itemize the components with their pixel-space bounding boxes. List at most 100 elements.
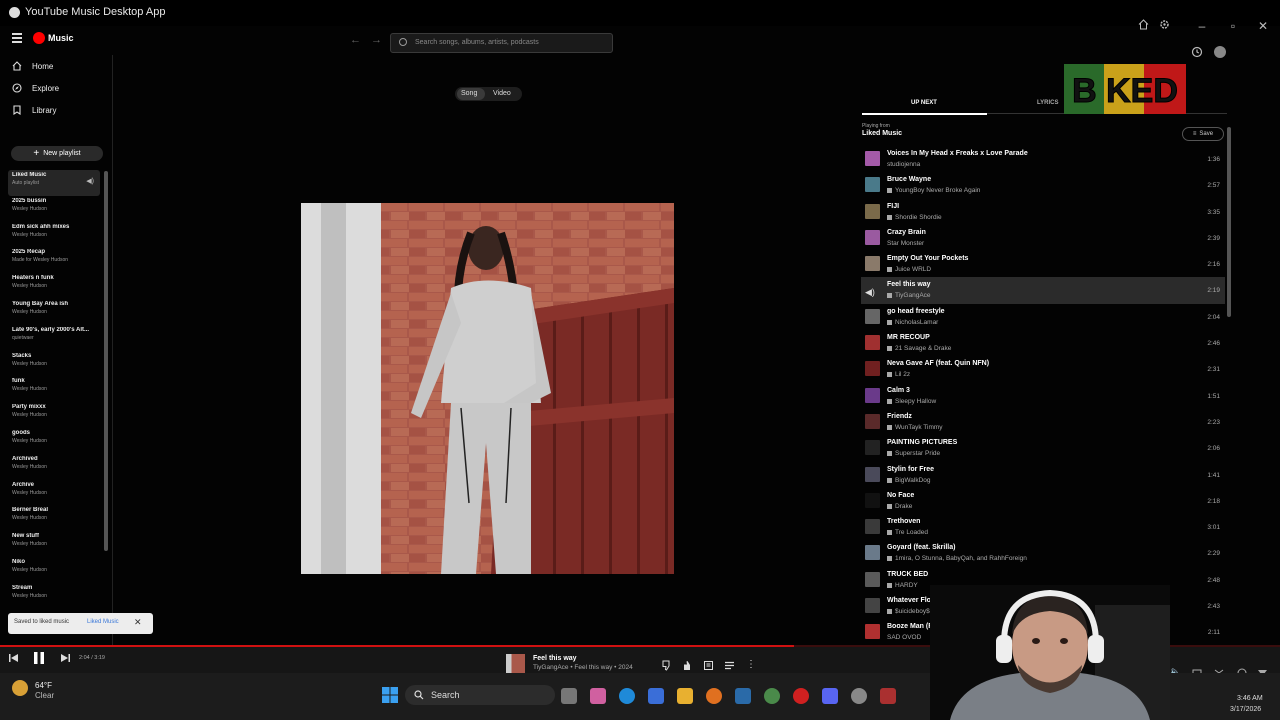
avatar[interactable]: [1214, 46, 1226, 58]
sidebar-playlist-item[interactable]: Berner Breal Wesley Hudson: [8, 505, 100, 531]
queue-item[interactable]: Goyard (feat. Skrilla) 1mira, O Stunna, B…: [861, 540, 1225, 566]
more-options-icon[interactable]: ⋮: [746, 659, 756, 670]
sidebar-playlist-item[interactable]: New stuff Wesley Hudson: [8, 531, 100, 557]
toggle-song[interactable]: Song: [461, 90, 477, 97]
toggle-video[interactable]: Video: [493, 90, 511, 97]
queue-item[interactable]: ◀) Feel this way TiyGangAce 2:19: [861, 277, 1225, 304]
thumbs-down-icon[interactable]: [661, 660, 672, 671]
queue-item[interactable]: go head freestyle NicholasLamar 2:04: [861, 304, 1225, 330]
queue-item[interactable]: Stylin for Free BigWalkDog 1:41: [861, 462, 1225, 488]
explicit-icon: [887, 188, 892, 194]
sidebar-playlist-item[interactable]: Archived Wesley Hudson: [8, 454, 100, 480]
close-icon[interactable]: ✕: [134, 617, 142, 628]
queue-item[interactable]: MR RECOUP 21 Savage & Drake 2:46: [861, 330, 1225, 356]
task-view-icon[interactable]: [561, 688, 577, 704]
file-explorer-icon[interactable]: [677, 688, 693, 704]
sidebar-playlist-item[interactable]: Edm sick ahh mixes Wesley Hudson: [8, 222, 100, 248]
queue-item[interactable]: Calm 3 Sleepy Hallow 1:51: [861, 383, 1225, 409]
youtube-music-taskbar-icon[interactable]: [793, 688, 809, 704]
queue-duration: 2:04: [1207, 313, 1220, 321]
queue-artist-name: SAD OVOD: [887, 634, 922, 642]
back-arrow-icon[interactable]: ←: [350, 34, 361, 46]
tab-lyrics[interactable]: LYRICS: [1037, 100, 1058, 106]
sidebar-playlist-item[interactable]: Late 90's, early 2000's Alt... quietwaer: [8, 325, 100, 351]
queue-item[interactable]: Neva Gave AF (feat. Quin NFN) Lil 2z 2:31: [861, 356, 1225, 382]
queue-item[interactable]: No Face Drake 2:18: [861, 488, 1225, 514]
tab-up-next[interactable]: UP NEXT: [911, 100, 937, 106]
close-button[interactable]: ✕: [1254, 17, 1272, 35]
weather-condition[interactable]: Clear: [35, 691, 54, 700]
sidebar-playlist-item[interactable]: Stacks Wesley Hudson: [8, 351, 100, 377]
sidebar-playlist-item[interactable]: Heaters n funk Wesley Hudson: [8, 273, 100, 299]
tab-underline: [862, 113, 987, 115]
add-to-playlist-icon[interactable]: [724, 660, 735, 671]
queue-item[interactable]: PAINTING PICTURES Superstar Pride 2:06: [861, 435, 1225, 461]
copilot-icon[interactable]: [590, 688, 606, 704]
queue-item[interactable]: Crazy Brain Star Monster 2:39: [861, 225, 1225, 251]
sidebar-item-library[interactable]: Library: [12, 102, 56, 118]
weather-temperature[interactable]: 64°F: [35, 681, 52, 690]
queue-item[interactable]: FIJI Shordie Shordie 3:35: [861, 199, 1225, 225]
gear-icon[interactable]: [1159, 19, 1170, 30]
toast-link[interactable]: Liked Music: [87, 619, 119, 625]
sidebar-playlist-item[interactable]: Young Bay Area ish Wesley Hudson: [8, 299, 100, 325]
queue-thumbnail: [865, 492, 880, 508]
streaming-app-icon[interactable]: [880, 688, 896, 704]
menu-icon[interactable]: [11, 31, 25, 45]
queue-artist-name: Star Monster: [887, 239, 925, 247]
save-queue-button[interactable]: ≡ Save: [1182, 127, 1224, 141]
xbox-icon[interactable]: [764, 688, 780, 704]
pause-icon[interactable]: [32, 651, 46, 665]
search-input[interactable]: Search songs, albums, artists, podcasts: [390, 33, 613, 53]
now-playing-subtitle[interactable]: TiyGangAce • Feel this way • 2024: [533, 664, 633, 671]
firefox-icon[interactable]: [706, 688, 722, 704]
youtube-music-logo[interactable]: Music: [33, 31, 74, 45]
sidebar-playlist-item[interactable]: goods Wesley Hudson: [8, 428, 100, 454]
photos-icon[interactable]: [735, 688, 751, 704]
new-playlist-button[interactable]: + New playlist: [11, 146, 103, 161]
playlist-subtitle: Wesley Hudson: [12, 541, 47, 548]
sidebar-playlist-item[interactable]: Liked Music Auto playlist ◀): [8, 170, 100, 196]
forward-arrow-icon[interactable]: →: [371, 34, 382, 46]
minimize-button[interactable]: –: [1193, 17, 1211, 35]
now-playing-thumbnail[interactable]: [506, 654, 525, 673]
playlist-subtitle: Wesley Hudson: [12, 308, 47, 315]
home-icon[interactable]: [1138, 19, 1149, 30]
sidebar-playlist-item[interactable]: 2025 bussin Wesley Hudson: [8, 196, 100, 222]
clock-time[interactable]: 3:46 AM: [1237, 695, 1263, 702]
queue-scrollbar[interactable]: [1227, 127, 1231, 317]
weather-moon-icon[interactable]: [12, 680, 28, 696]
sidebar-playlist-item[interactable]: Niko Wesley Hudson: [8, 557, 100, 583]
taskbar-search[interactable]: Search: [405, 685, 555, 705]
previous-icon[interactable]: [8, 653, 20, 663]
song-video-toggle[interactable]: Song Video: [455, 87, 522, 101]
sidebar-playlist-item[interactable]: funk Wesley Hudson: [8, 376, 100, 402]
sidebar-playlist-item[interactable]: 2025 Recap Made for Wesley Hudson: [8, 247, 100, 273]
queue-item[interactable]: Bruce Wayne YoungBoy Never Broke Again 2:5…: [861, 172, 1225, 198]
sidebar-playlist-item[interactable]: Party mixxx Wesley Hudson: [8, 402, 100, 428]
discord-icon[interactable]: [822, 688, 838, 704]
queue-item[interactable]: Voices In My Head x Freaks x Love Parade…: [861, 146, 1225, 172]
queue-duration: 2:31: [1207, 366, 1220, 374]
store-icon[interactable]: [648, 688, 664, 704]
save-to-library-icon[interactable]: [703, 660, 714, 671]
thumbs-up-icon[interactable]: [682, 660, 693, 671]
queue-item[interactable]: Friendz WunTayk Timmy 2:23: [861, 409, 1225, 435]
sidebar-playlist-item[interactable]: Stream Wesley Hudson: [8, 583, 100, 609]
settings-icon[interactable]: [851, 688, 867, 704]
queue-item[interactable]: Empty Out Your Pockets Juice WRLD 2:16: [861, 251, 1225, 277]
queue-artist: Shordie Shordie: [887, 214, 942, 221]
sidebar-playlist-item[interactable]: Archive Wesley Hudson: [8, 480, 100, 506]
windows-start-icon[interactable]: [381, 686, 399, 704]
streamer-logo: B KED: [1064, 64, 1186, 114]
maximize-button[interactable]: ▫: [1224, 17, 1242, 35]
history-icon[interactable]: [1191, 46, 1203, 58]
sidebar-scrollbar[interactable]: [104, 171, 108, 551]
edge-icon[interactable]: [619, 688, 635, 704]
queue-item[interactable]: Trethoven Tre Loaded 3:01: [861, 514, 1225, 540]
next-icon[interactable]: [59, 653, 71, 663]
sidebar-item-explore[interactable]: Explore: [12, 80, 59, 96]
clock-date[interactable]: 3/17/2026: [1230, 706, 1261, 713]
now-playing-title[interactable]: Feel this way: [533, 655, 577, 662]
sidebar-item-home[interactable]: Home: [12, 58, 53, 74]
